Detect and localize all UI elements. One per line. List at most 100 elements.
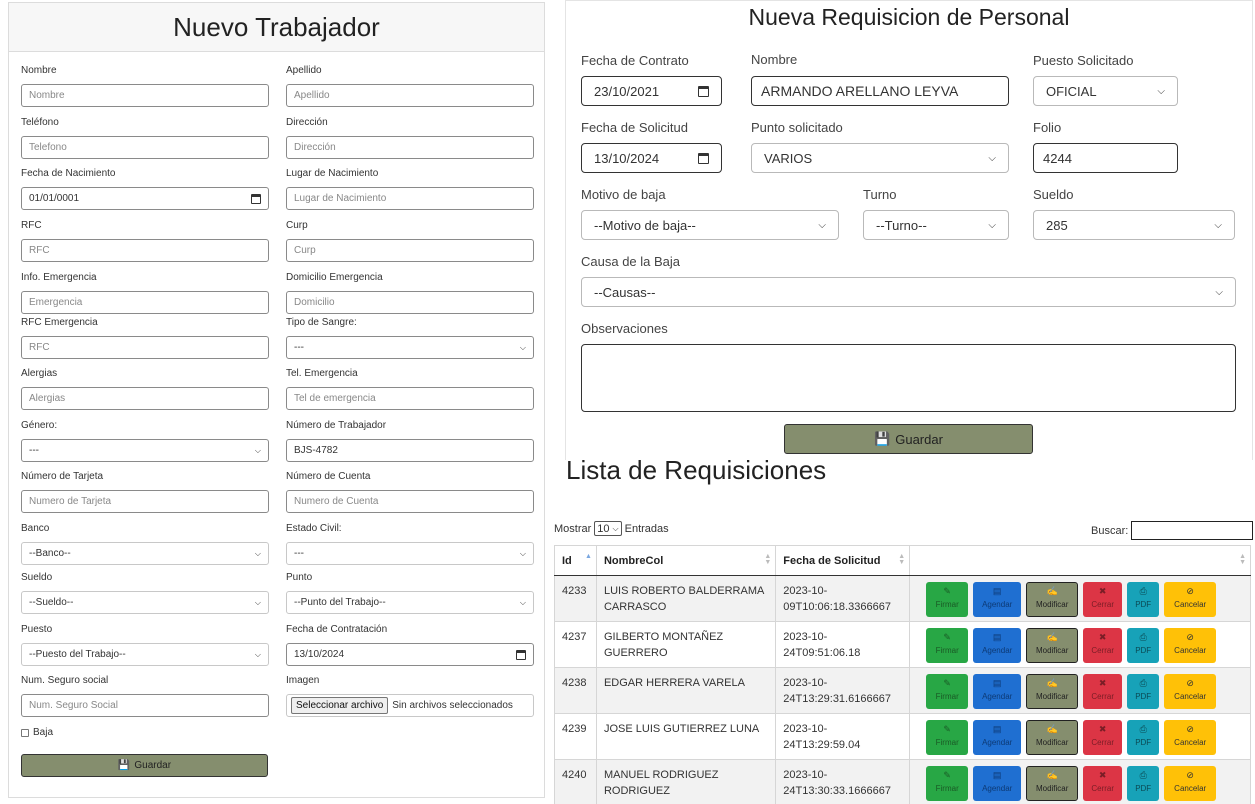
puesto-field: Puesto Solicitado OFICIAL ⌵ [1033,52,1178,106]
rfc-emergencia-input[interactable]: RFC [21,336,269,359]
pdf-button[interactable]: ⎙ PDF [1127,766,1160,801]
column-header-actions[interactable]: ▲ ▼ [909,545,1251,576]
curp-input[interactable]: Curp [286,239,534,262]
cerrar-button[interactable]: ✖ Cerrar [1083,582,1123,617]
pdf-button[interactable]: ⎙ PDF [1127,628,1160,663]
nombre-input[interactable]: ARMANDO ARELLANO LEYVA [751,76,1009,106]
column-header-fecha[interactable]: Fecha de Solicitud ▲ ▼ [775,545,911,576]
nombre-input[interactable]: Nombre [21,84,269,107]
fecha-contrato-input[interactable]: 23/10/2021 [581,76,722,106]
alergias-input[interactable]: Alergias [21,387,269,410]
show-label: Mostrar [554,522,592,535]
domicilio-emergencia-input[interactable]: Domicilio [286,291,534,314]
observaciones-textarea[interactable] [581,344,1236,412]
agendar-button[interactable]: ▤ Agendar [973,766,1022,801]
fecha-solicitud-input[interactable]: 13/10/2024 [581,143,722,173]
calendar-icon[interactable] [698,85,709,97]
tel-emergencia-input[interactable]: Tel de emergencia [286,387,534,410]
modificar-button[interactable]: ✍ Modificar [1026,720,1079,755]
motivo-select[interactable]: --Motivo de baja-- ⌵ [581,210,839,240]
calendar-icon[interactable] [698,152,709,164]
estado-civil-select[interactable]: --- ⌵ [286,542,534,565]
firmar-button[interactable]: ✎ Firmar [926,582,969,617]
search-label: Buscar: [1091,524,1129,537]
modificar-label: Modificar [1035,692,1069,701]
lugar-de-nacimiento-input[interactable]: Lugar de Nacimiento [286,187,534,210]
pdf-button[interactable]: ⎙ PDF [1127,720,1160,755]
save-icon: 💾 [117,760,131,771]
pdf-button[interactable]: ⎙ PDF [1127,674,1160,709]
modificar-button[interactable]: ✍ Modificar [1026,766,1079,801]
firmar-button[interactable]: ✎ Firmar [926,766,969,801]
modificar-button[interactable]: ✍ Modificar [1026,674,1079,709]
save-worker-button[interactable]: 💾 Guardar [21,754,268,777]
cancelar-button[interactable]: ⊘ Cancelar [1164,766,1217,801]
cerrar-button[interactable]: ✖ Cerrar [1083,674,1123,709]
cancelar-button[interactable]: ⊘ Cancelar [1164,582,1217,617]
calendar-icon[interactable] [516,649,526,660]
sueldo-select[interactable]: --Sueldo-- ⌵ [21,591,269,614]
column-header-nombre[interactable]: NombreCol ▲ ▼ [595,545,777,576]
causa-select[interactable]: --Causas-- ⌵ [581,277,1236,307]
pdf-label: PDF [1135,784,1152,793]
edit-icon: ✍ [1046,632,1058,642]
firmar-button[interactable]: ✎ Firmar [926,628,969,663]
field-value: BJS-4782 [294,445,338,456]
cancelar-button[interactable]: ⊘ Cancelar [1164,628,1217,663]
column-header-id[interactable]: Id ▲ [554,545,597,576]
pdf-label: PDF [1135,692,1152,701]
agendar-button[interactable]: ▤ Agendar [973,628,1022,663]
punto-select[interactable]: --Punto del Trabajo-- ⌵ [286,591,534,614]
save-requisicion-button[interactable]: 💾 Guardar [784,424,1033,454]
chevron-down-icon: ⌵ [612,523,619,533]
calendar-icon[interactable] [251,193,261,204]
num-seguro-social-input[interactable]: Num. Seguro Social [21,694,269,717]
cell-actions: ✎ Firmar ▤ Agendar ✍ Modificar ✖ Cerrar ⎙ PDF ⊘ Can… [909,759,1251,804]
agendar-button[interactable]: ▤ Agendar [973,720,1022,755]
cell-actions: ✎ Firmar ▤ Agendar ✍ Modificar ✖ Cerrar ⎙ PDF ⊘ Can… [909,713,1251,760]
apellido-input[interactable]: Apellido [286,84,534,107]
fecha-de-contratacion-date-input[interactable]: 13/10/2024 [286,643,534,666]
rfc-input[interactable]: RFC [21,239,269,262]
turno-select[interactable]: --Turno-- ⌵ [863,210,1009,240]
modificar-button[interactable]: ✍ Modificar [1026,582,1079,617]
cancelar-label: Cancelar [1174,784,1207,793]
baja-checkbox-row[interactable]: Baja [21,727,53,738]
cancelar-button[interactable]: ⊘ Cancelar [1164,720,1217,755]
field-value: 01/01/0001 [29,193,80,204]
numero-de-tarjeta-input[interactable]: Numero de Tarjeta [21,490,269,513]
agendar-button[interactable]: ▤ Agendar [973,582,1022,617]
search-input[interactable] [1131,521,1254,540]
numero-de-cuenta-input[interactable]: Numero de Cuenta [286,490,534,513]
telefono-input[interactable]: Telefono [21,136,269,159]
cerrar-button[interactable]: ✖ Cerrar [1083,628,1123,663]
numero-de-trabajador-input[interactable]: BJS-4782 [286,439,534,462]
firmar-button[interactable]: ✎ Firmar [926,720,969,755]
fecha-de-nacimiento-date-input[interactable]: 01/01/0001 [21,187,269,210]
pdf-button[interactable]: ⎙ PDF [1127,582,1160,617]
puesto-select[interactable]: OFICIAL ⌵ [1033,76,1178,106]
modificar-button[interactable]: ✍ Modificar [1026,628,1079,663]
banco-select[interactable]: --Banco-- ⌵ [21,542,269,565]
cerrar-button[interactable]: ✖ Cerrar [1083,766,1123,801]
cerrar-label: Cerrar [1091,692,1115,701]
column-header-label: Id [562,554,572,567]
cerrar-button[interactable]: ✖ Cerrar [1083,720,1123,755]
direccion-input[interactable]: Dirección [286,136,534,159]
page-length-select[interactable]: 10 ⌵ [594,521,622,536]
genero-select[interactable]: --- ⌵ [21,439,269,462]
agendar-button[interactable]: ▤ Agendar [973,674,1022,709]
cancelar-button[interactable]: ⊘ Cancelar [1164,674,1217,709]
sueldo-select[interactable]: 285 ⌵ [1033,210,1235,240]
imagen-file-input[interactable]: Seleccionar archivo Sin archivos seleccio… [286,694,534,717]
firmar-button[interactable]: ✎ Firmar [926,674,969,709]
folio-input[interactable]: 4244 [1033,143,1178,173]
punto-select[interactable]: VARIOS ⌵ [751,143,1009,173]
puesto-select[interactable]: --Puesto del Trabajo-- ⌵ [21,643,269,666]
edit-icon: ✍ [1046,724,1058,734]
info-emergencia-input[interactable]: Emergencia [21,291,269,314]
tipo-de-sangre-select[interactable]: --- ⌵ [286,336,534,359]
baja-checkbox[interactable] [21,728,29,737]
choose-file-button[interactable]: Seleccionar archivo [291,697,389,714]
modificar-label: Modificar [1035,738,1069,747]
